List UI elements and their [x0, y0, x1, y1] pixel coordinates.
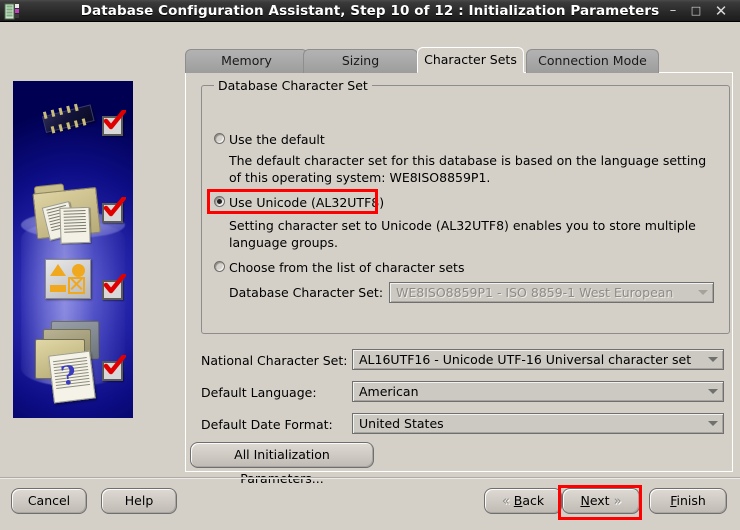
- radio-use-unicode[interactable]: [214, 196, 225, 207]
- database-character-set-group-title: Database Character Set: [214, 78, 372, 93]
- next-label-rest: ext: [589, 493, 610, 508]
- footer-divider-highlight: [0, 478, 740, 479]
- next-accel: N: [580, 493, 590, 508]
- tab-character-sets[interactable]: Character Sets: [417, 47, 524, 73]
- minimize-icon[interactable]: –: [662, 0, 684, 22]
- chevron-down-icon: [708, 421, 718, 426]
- finish-label-rest: inish: [676, 493, 706, 508]
- step-check-2: [102, 195, 127, 223]
- national-character-set-select[interactable]: AL16UTF16 - Unicode UTF-16 Universal cha…: [352, 349, 724, 370]
- folder-stack-icon: ?: [29, 319, 109, 404]
- finish-button[interactable]: Finish: [649, 488, 727, 514]
- database-character-set-value: WE8ISO8859P1 - ISO 8859-1 West European: [396, 285, 674, 300]
- cancel-button[interactable]: Cancel: [11, 488, 87, 514]
- next-button[interactable]: Next »: [562, 488, 640, 514]
- chevron-left-icon: «: [501, 494, 510, 509]
- back-button[interactable]: « Back: [484, 488, 562, 514]
- radio-use-the-default[interactable]: [214, 133, 225, 144]
- step-check-3: [102, 272, 127, 300]
- default-language-label: Default Language:: [201, 385, 317, 400]
- use-the-default-description: The default character set for this datab…: [229, 153, 707, 185]
- close-icon[interactable]: ✕: [710, 0, 732, 22]
- maximize-icon[interactable]: □: [685, 0, 707, 22]
- tab-connection-mode[interactable]: Connection Mode: [526, 49, 659, 73]
- chevron-down-icon: [708, 389, 718, 394]
- window-titlebar: Database Configuration Assistant, Step 1…: [0, 0, 740, 22]
- help-button[interactable]: Help: [101, 488, 177, 514]
- chevron-right-icon: »: [613, 494, 622, 509]
- tab-memory[interactable]: Memory: [185, 49, 308, 73]
- wizard-sidebar-graphic: ?: [13, 81, 133, 418]
- radio-use-unicode-label: Use Unicode (AL32UTF8): [229, 195, 385, 210]
- default-date-format-label: Default Date Format:: [201, 417, 333, 432]
- chevron-down-icon: [698, 290, 708, 295]
- back-label-rest: ack: [522, 493, 545, 508]
- tab-strip: Memory Sizing Character Sets Connection …: [185, 47, 733, 73]
- chip-icon: [35, 101, 95, 136]
- national-character-set-label: National Character Set:: [201, 353, 348, 368]
- default-language-value: American: [359, 384, 419, 399]
- all-initialization-parameters-button[interactable]: All Initialization Parameters...: [190, 442, 374, 486]
- step-check-1: [102, 108, 127, 136]
- objects-shapes-icon: [45, 259, 91, 299]
- folder-documents-icon: [30, 180, 107, 253]
- help-document-icon: ?: [48, 350, 96, 404]
- tab-sizing[interactable]: Sizing: [303, 49, 418, 73]
- default-language-select[interactable]: American: [352, 381, 724, 402]
- national-character-set-value: AL16UTF16 - Unicode UTF-16 Universal cha…: [359, 352, 692, 367]
- window-title: Database Configuration Assistant, Step 1…: [80, 3, 660, 19]
- database-character-set-select[interactable]: WE8ISO8859P1 - ISO 8859-1 West European: [389, 282, 714, 303]
- use-unicode-description: Setting character set to Unicode (AL32UT…: [229, 218, 696, 250]
- radio-use-the-default-label: Use the default: [229, 132, 325, 147]
- radio-choose-from-list[interactable]: [214, 261, 225, 272]
- default-date-format-value: United States: [359, 416, 444, 431]
- default-date-format-select[interactable]: United States: [352, 413, 724, 434]
- database-character-set-label: Database Character Set:: [229, 285, 384, 300]
- step-check-4: [102, 353, 127, 381]
- chevron-down-icon: [708, 357, 718, 362]
- radio-choose-from-list-label: Choose from the list of character sets: [229, 260, 465, 275]
